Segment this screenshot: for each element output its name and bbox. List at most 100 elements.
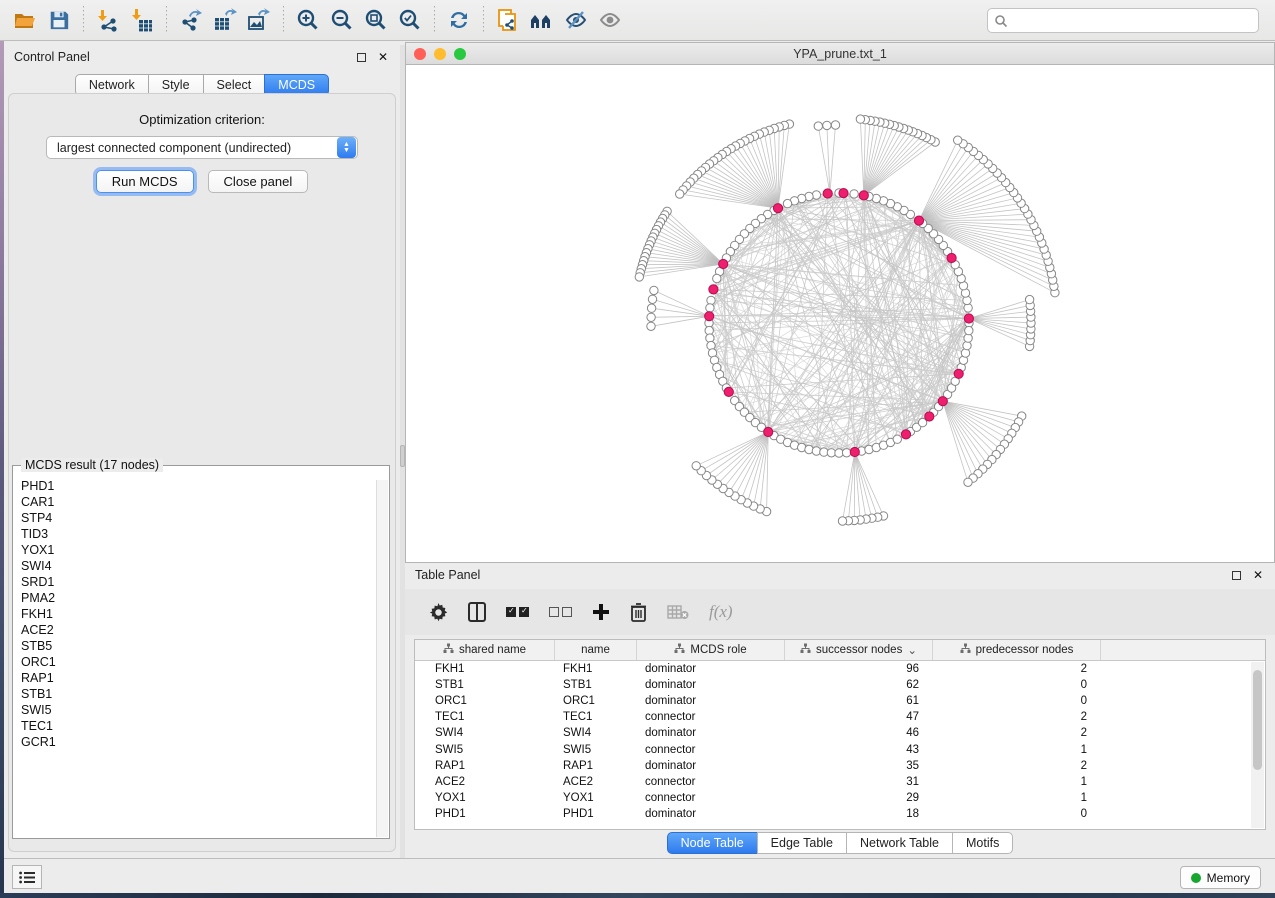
delete-row-icon[interactable]: [630, 599, 647, 625]
cell-successor-nodes[interactable]: 29: [785, 792, 933, 804]
save-session-icon[interactable]: [42, 4, 76, 36]
cell-successor-nodes[interactable]: 18: [785, 808, 933, 820]
cell-name[interactable]: PHD1: [555, 808, 637, 820]
table-row[interactable]: SWI5SWI5connector431: [415, 741, 1265, 757]
first-neighbors-icon[interactable]: [525, 4, 559, 36]
float-table-panel-icon[interactable]: [1229, 568, 1243, 582]
column-header-successor-nodes[interactable]: successor nodes⌄: [785, 640, 933, 660]
column-chooser-icon[interactable]: [468, 599, 486, 625]
cell-shared-name[interactable]: PHD1: [415, 808, 555, 820]
mcds-result-item[interactable]: TEC1: [21, 718, 375, 734]
cell-name[interactable]: SWI4: [555, 727, 637, 739]
cell-shared-name[interactable]: SWI4: [415, 727, 555, 739]
cell-name[interactable]: ORC1: [555, 695, 637, 707]
mcds-result-item[interactable]: YOX1: [21, 542, 375, 558]
tab-edge-table[interactable]: Edge Table: [757, 832, 847, 854]
cell-successor-nodes[interactable]: 43: [785, 744, 933, 756]
mcds-result-item[interactable]: PHD1: [21, 478, 375, 494]
table-row[interactable]: ORC1ORC1dominator610: [415, 693, 1265, 709]
import-table-icon[interactable]: [125, 4, 159, 36]
apply-layout-icon[interactable]: [442, 4, 476, 36]
cell-name[interactable]: ACE2: [555, 776, 637, 788]
cell-successor-nodes[interactable]: 46: [785, 727, 933, 739]
export-network-icon[interactable]: [174, 4, 208, 36]
network-canvas[interactable]: [406, 65, 1274, 562]
cell-name[interactable]: STB1: [555, 679, 637, 691]
mcds-result-item[interactable]: GCR1: [21, 734, 375, 750]
mcds-result-item[interactable]: STB1: [21, 686, 375, 702]
close-panel-icon[interactable]: ✕: [376, 50, 390, 64]
cell-MCDS-role[interactable]: dominator: [637, 663, 785, 675]
zoom-out-icon[interactable]: [325, 4, 359, 36]
task-history-button[interactable]: [12, 865, 42, 889]
cell-successor-nodes[interactable]: 96: [785, 663, 933, 675]
cell-successor-nodes[interactable]: 31: [785, 776, 933, 788]
table-row[interactable]: TEC1TEC1connector472: [415, 709, 1265, 725]
cell-MCDS-role[interactable]: connector: [637, 776, 785, 788]
tab-node-table[interactable]: Node Table: [667, 832, 758, 854]
cell-predecessor-nodes[interactable]: 0: [933, 695, 1101, 707]
cell-shared-name[interactable]: ACE2: [415, 776, 555, 788]
cell-MCDS-role[interactable]: dominator: [637, 808, 785, 820]
mcds-result-item[interactable]: ACE2: [21, 622, 375, 638]
mcds-result-item[interactable]: STP4: [21, 510, 375, 526]
select-all-icon[interactable]: [506, 599, 529, 625]
new-network-from-selection-icon[interactable]: [491, 4, 525, 36]
zoom-selected-icon[interactable]: [393, 4, 427, 36]
mcds-result-item[interactable]: FKH1: [21, 606, 375, 622]
export-table-icon[interactable]: [208, 4, 242, 36]
table-row[interactable]: FKH1FKH1dominator962: [415, 661, 1265, 677]
mcds-result-item[interactable]: ORC1: [21, 654, 375, 670]
search-field[interactable]: [987, 8, 1259, 33]
table-row[interactable]: YOX1YOX1connector291: [415, 790, 1265, 806]
cell-successor-nodes[interactable]: 47: [785, 711, 933, 723]
cell-MCDS-role[interactable]: dominator: [637, 695, 785, 707]
cell-successor-nodes[interactable]: 62: [785, 679, 933, 691]
cell-MCDS-role[interactable]: dominator: [637, 727, 785, 739]
cell-name[interactable]: TEC1: [555, 711, 637, 723]
cell-MCDS-role[interactable]: connector: [637, 711, 785, 723]
cell-shared-name[interactable]: RAP1: [415, 760, 555, 772]
memory-button[interactable]: Memory: [1180, 866, 1261, 889]
table-row[interactable]: STB1STB1dominator620: [415, 677, 1265, 693]
tab-motifs[interactable]: Motifs: [952, 832, 1013, 854]
close-table-panel-icon[interactable]: ✕: [1251, 568, 1265, 582]
table-row[interactable]: SWI4SWI4dominator462: [415, 725, 1265, 741]
open-file-icon[interactable]: [8, 4, 42, 36]
cell-predecessor-nodes[interactable]: 1: [933, 792, 1101, 804]
mcds-result-item[interactable]: CAR1: [21, 494, 375, 510]
float-panel-icon[interactable]: [354, 50, 368, 64]
cell-predecessor-nodes[interactable]: 0: [933, 808, 1101, 820]
cell-predecessor-nodes[interactable]: 2: [933, 760, 1101, 772]
cell-successor-nodes[interactable]: 35: [785, 760, 933, 772]
cell-predecessor-nodes[interactable]: 2: [933, 663, 1101, 675]
run-mcds-button[interactable]: Run MCDS: [96, 170, 194, 193]
table-row[interactable]: PHD1PHD1dominator180: [415, 806, 1265, 822]
cell-MCDS-role[interactable]: dominator: [637, 679, 785, 691]
table-row[interactable]: RAP1RAP1dominator352: [415, 758, 1265, 774]
export-image-icon[interactable]: [242, 4, 276, 36]
cell-MCDS-role[interactable]: connector: [637, 744, 785, 756]
add-row-icon[interactable]: [592, 599, 610, 625]
deselect-all-icon[interactable]: [549, 599, 572, 625]
cell-shared-name[interactable]: SWI5: [415, 744, 555, 756]
cell-name[interactable]: YOX1: [555, 792, 637, 804]
mcds-result-item[interactable]: TID3: [21, 526, 375, 542]
close-panel-button[interactable]: Close panel: [208, 170, 309, 193]
mcds-result-item[interactable]: SWI4: [21, 558, 375, 574]
cell-MCDS-role[interactable]: dominator: [637, 760, 785, 772]
cell-successor-nodes[interactable]: 61: [785, 695, 933, 707]
mcds-result-item[interactable]: SRD1: [21, 574, 375, 590]
hide-selected-icon[interactable]: [559, 4, 593, 36]
column-header-shared-name[interactable]: shared name: [415, 640, 555, 660]
cell-name[interactable]: RAP1: [555, 760, 637, 772]
column-header-predecessor-nodes[interactable]: predecessor nodes: [933, 640, 1101, 660]
mcds-result-item[interactable]: RAP1: [21, 670, 375, 686]
function-builder-icon[interactable]: f(x): [709, 599, 733, 625]
mcds-result-item[interactable]: SWI5: [21, 702, 375, 718]
table-row[interactable]: ACE2ACE2connector311: [415, 774, 1265, 790]
table-scrollbar-thumb[interactable]: [1253, 670, 1262, 770]
column-header-MCDS-role[interactable]: MCDS role: [637, 640, 785, 660]
optimization-criterion-dropdown[interactable]: largest connected component (undirected)…: [46, 136, 358, 159]
mcds-result-scrollbar[interactable]: [376, 480, 388, 837]
